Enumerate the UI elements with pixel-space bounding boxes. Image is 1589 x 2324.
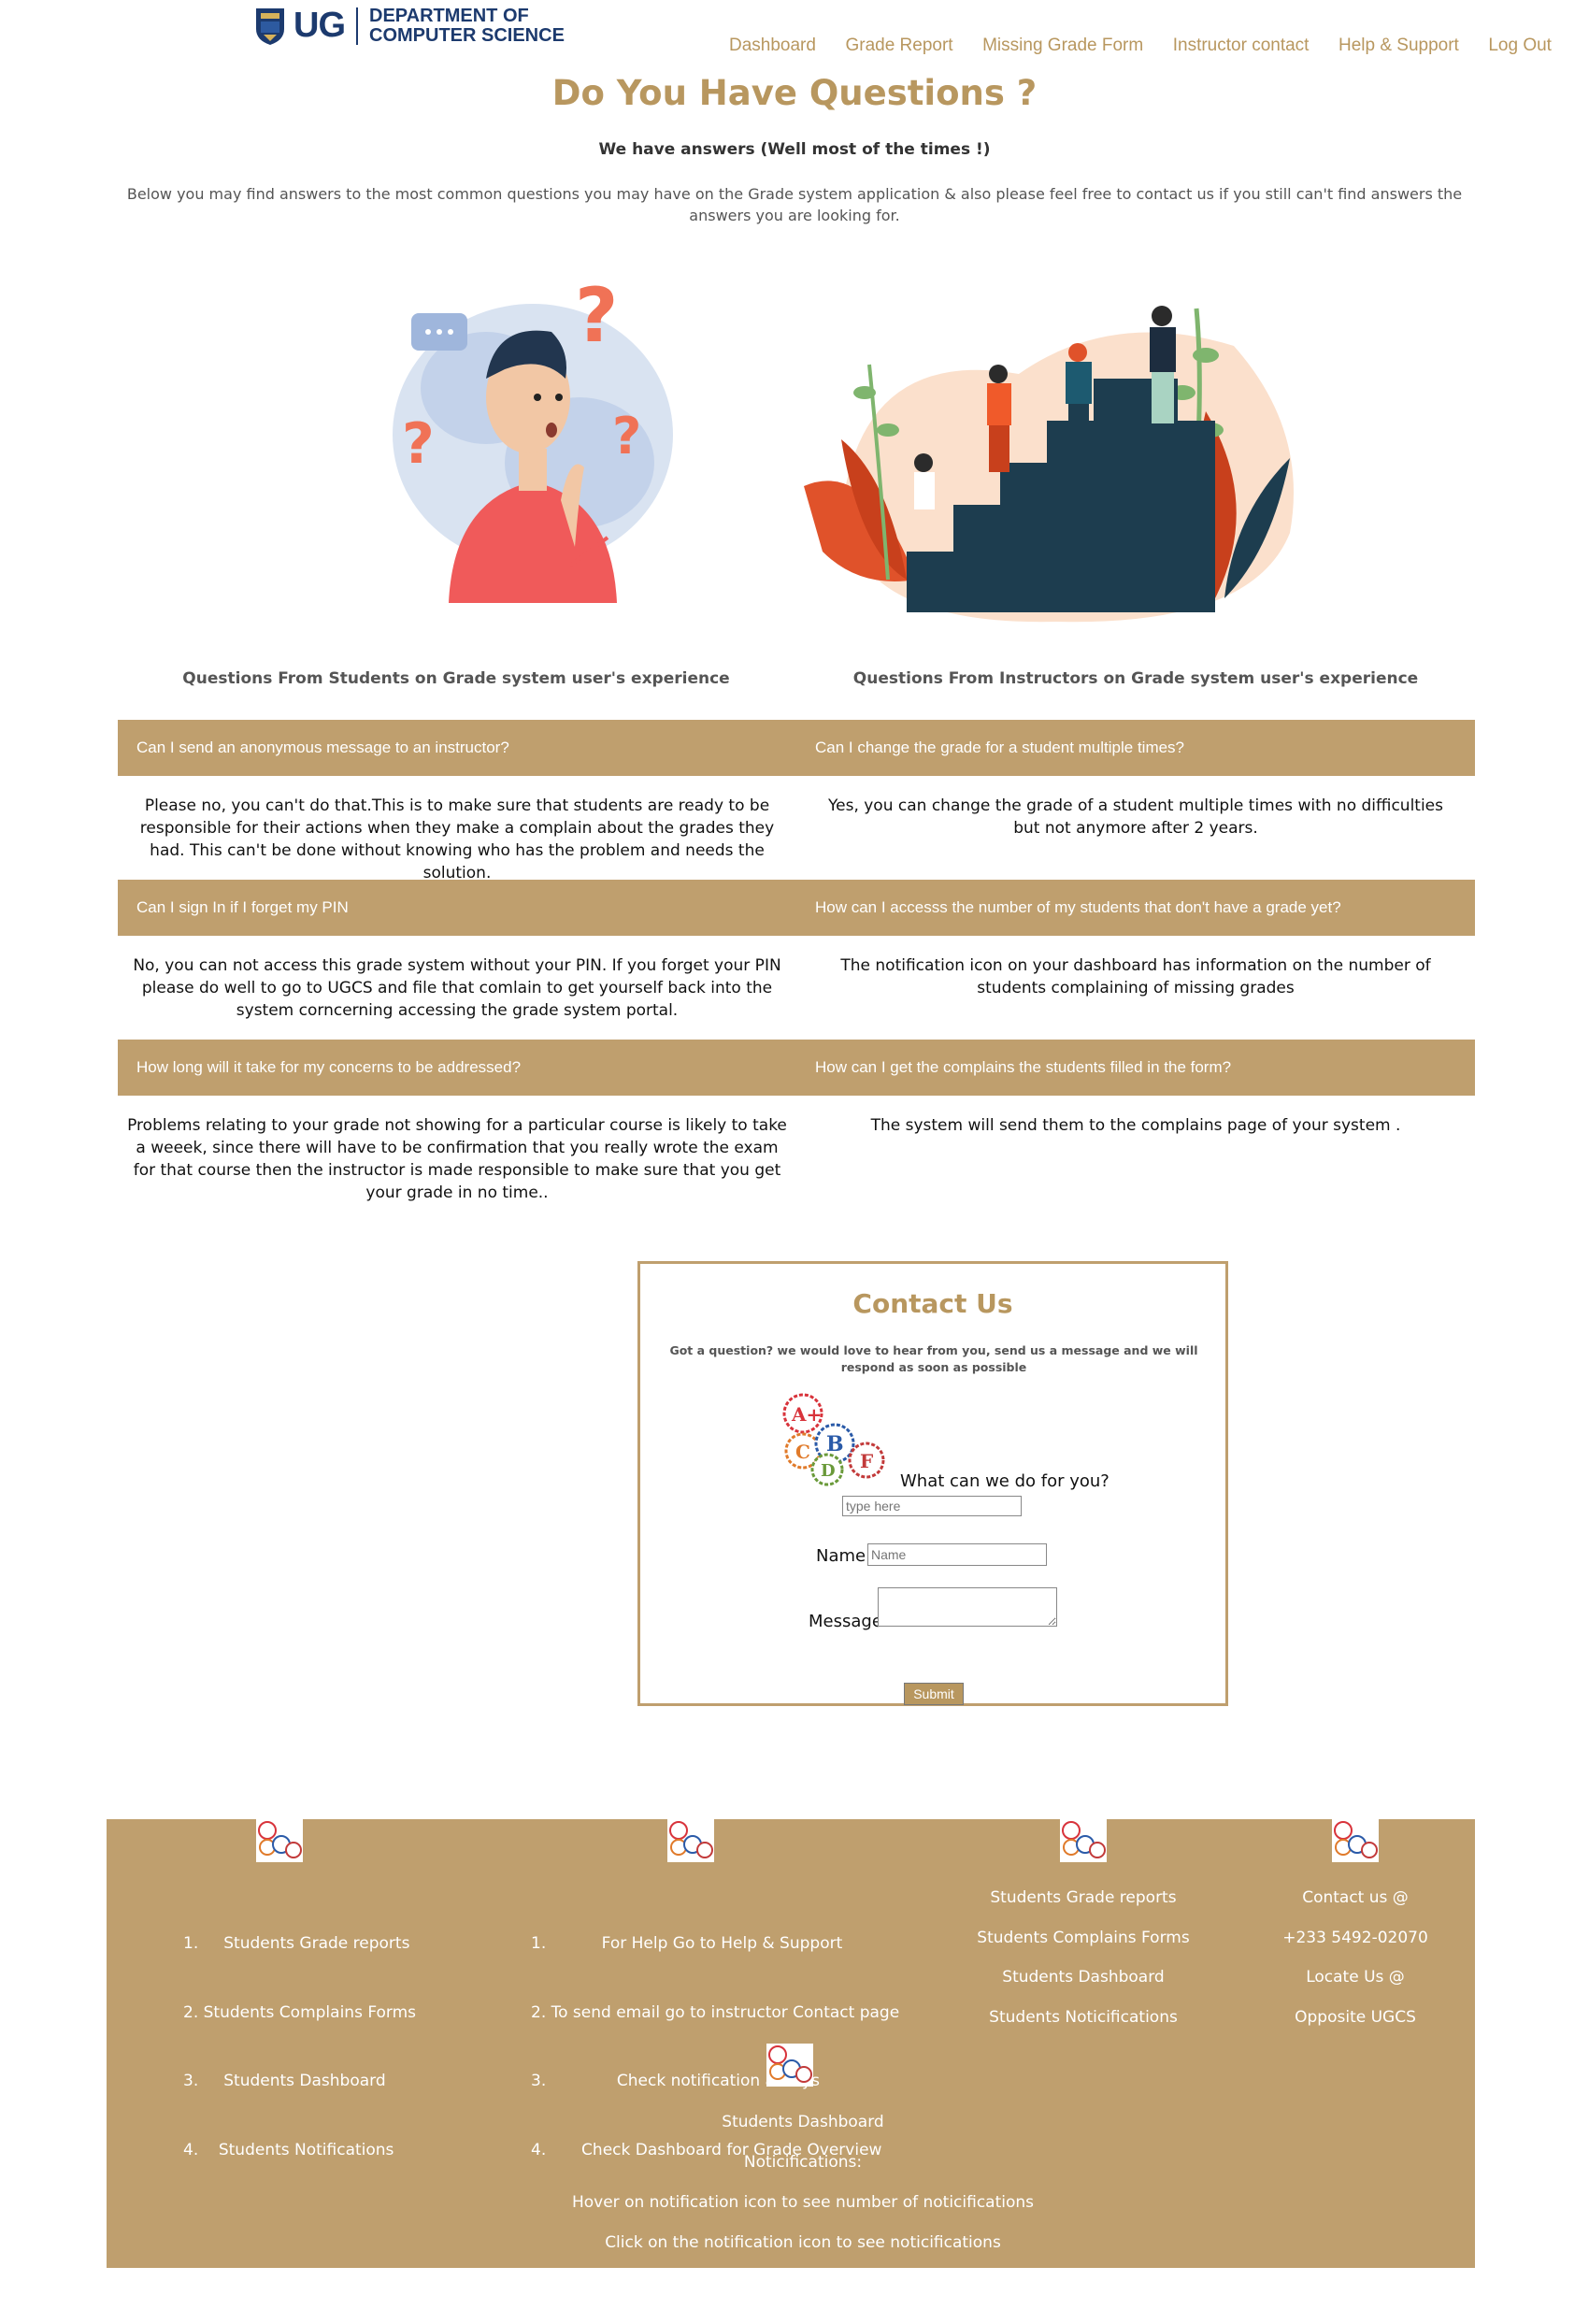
footer-link[interactable]: Students Grade reports [966,1886,1200,1927]
nav-instructor-contact[interactable]: Instructor contact [1173,36,1310,56]
submit-button[interactable]: Submit [904,1683,964,1705]
footer-link[interactable]: 4. Students Notifications [183,2139,416,2162]
svg-text:?: ? [402,411,435,477]
grades-badge-icon: A+ C B D F [782,1393,885,1486]
footer-link[interactable]: 3. Students Dashboard [183,2070,416,2093]
faq-question-student-1[interactable]: Can I send an anonymous message to an in… [118,720,796,776]
footer-notifications-heading: Noticifications: [743,2153,863,2172]
thinking-student-illustration: ? ? ? [393,272,673,603]
footer-phone[interactable]: +233 5492-02070 [1271,1927,1439,1967]
svg-text:F: F [860,1450,873,1472]
faq-answer-row: Problems relating to your grade not show… [118,1114,1475,1204]
nav-help-support[interactable]: Help & Support [1338,36,1459,56]
footer-link[interactable]: 1. Students Grade reports [183,1932,416,1956]
faq-question-row: How long will it take for my concerns to… [118,1040,1475,1096]
name-input[interactable] [867,1543,1047,1566]
faq-answer-student-3: Problems relating to your grade not show… [127,1116,787,1202]
university-crest-icon [256,7,284,45]
svg-text:C: C [795,1441,810,1463]
logo-department: DEPARTMENT OF COMPUTER SCIENCE [369,5,565,46]
footer-logo-icon [1060,1819,1107,1862]
footer-logo-icon [667,1819,714,1862]
page-subtitle: We have answers (Well most of the times … [598,140,991,159]
contact-form: Contact Us Got a question? we would love… [637,1261,1228,1706]
faq-question-student-3[interactable]: How long will it take for my concerns to… [118,1040,796,1096]
svg-text:?: ? [612,407,641,466]
faq-question-row: Can I sign In if I forget my PIN How can… [118,880,1475,936]
faq-answer-student-1: Please no, you can't do that.This is to … [139,796,775,882]
students-column-heading: Questions From Students on Grade system … [182,669,730,688]
site-footer: 1. Students Grade reports 2. Students Co… [107,1819,1475,2268]
contact-title: Contact Us [852,1288,1013,1319]
faq-answer-instructor-2: The notification icon on your dashboard … [840,956,1431,997]
footer-location: Opposite UGCS [1295,2007,1416,2027]
nav-log-out[interactable]: Log Out [1488,36,1552,56]
name-label: Name: [816,1546,872,1566]
footer-contact-label: Contact us @ [1302,1888,1409,1907]
footer-link[interactable]: Students Noticifications [966,2006,1200,2046]
faq-answer-row: No, you can not access this grade system… [118,954,1475,1022]
faq-question-instructor-2[interactable]: How can I accesss the number of my stude… [796,880,1475,936]
footer-logo-icon [1332,1819,1379,1862]
faq-question-instructor-3[interactable]: How can I get the complains the students… [796,1040,1475,1096]
svg-text:B: B [826,1432,844,1456]
footer-logo-icon [766,2044,813,2087]
footer-link[interactable]: 1. For Help Go to Help & Support [531,1932,899,1956]
svg-text:D: D [821,1461,836,1481]
footer-student-column: Students Grade reports Students Complain… [966,1886,1200,2045]
climbing-team-illustration [804,306,1294,623]
footer-logo-icon [256,1819,303,1862]
footer-notifications-info: Students Dashboard Noticifications: Hove… [480,2111,1125,2272]
footer-link[interactable]: 2. To send email go to instructor Contac… [531,2001,899,2025]
site-logo[interactable]: UG DEPARTMENT OF COMPUTER SCIENCE [254,6,565,46]
faq-answer-student-2: No, you can not access this grade system… [133,956,781,1020]
footer-contact-column: Contact us @ +233 5492-02070 Locate Us @… [1271,1886,1439,2045]
nav-missing-grade-form[interactable]: Missing Grade Form [982,36,1143,56]
footer-link[interactable]: 3. Check notification always [531,2070,899,2093]
page-title: Do You Have Questions ? [551,73,1038,113]
svg-text:?: ? [575,272,618,359]
footer-link[interactable]: Students Complains Forms [966,1927,1200,1967]
instructors-column-heading: Questions From Instructors on Grade syst… [852,669,1419,688]
help-input[interactable] [842,1496,1022,1516]
footer-dashboard-link[interactable]: Students Dashboard [480,2111,1125,2151]
main-nav: Dashboard Grade Report Missing Grade For… [729,36,1552,56]
footer-location-label: Locate Us @ [1306,1968,1405,1987]
contact-subtitle: Got a question? we would love to hear fr… [669,1343,1198,1374]
logo-line-2: COMPUTER SCIENCE [369,24,565,46]
footer-click-hint: Click on the notification icon to see no… [605,2233,1001,2252]
logo-divider [356,7,358,45]
faq-question-instructor-1[interactable]: Can I change the grade for a student mul… [796,720,1475,776]
page-intro: Below you may find answers to the most c… [126,185,1463,224]
footer-link[interactable]: 2. Students Complains Forms [183,2001,416,2025]
svg-text:A+: A+ [791,1403,822,1426]
footer-student-links: 1. Students Grade reports 2. Students Co… [183,1886,416,2207]
logo-ug-text: UG [293,6,346,45]
footer-hover-hint: Hover on notification icon to see number… [571,2193,1035,2212]
faq-question-row: Can I send an anonymous message to an in… [118,720,1475,776]
nav-grade-report[interactable]: Grade Report [845,36,952,56]
message-label: Message: [809,1612,888,1631]
faq-answer-instructor-1: Yes, you can change the grade of a stude… [828,796,1443,838]
faq-answer-row: Please no, you can't do that.This is to … [118,795,1475,884]
footer-link[interactable]: Students Dashboard [966,1966,1200,2006]
faq-question-student-2[interactable]: Can I sign In if I forget my PIN [118,880,796,936]
help-label: What can we do for you? [900,1471,1109,1491]
faq-answer-instructor-3: The system will send them to the complai… [870,1116,1401,1135]
nav-dashboard[interactable]: Dashboard [729,36,816,56]
message-textarea[interactable] [878,1587,1057,1627]
logo-line-1: DEPARTMENT OF [369,5,529,26]
